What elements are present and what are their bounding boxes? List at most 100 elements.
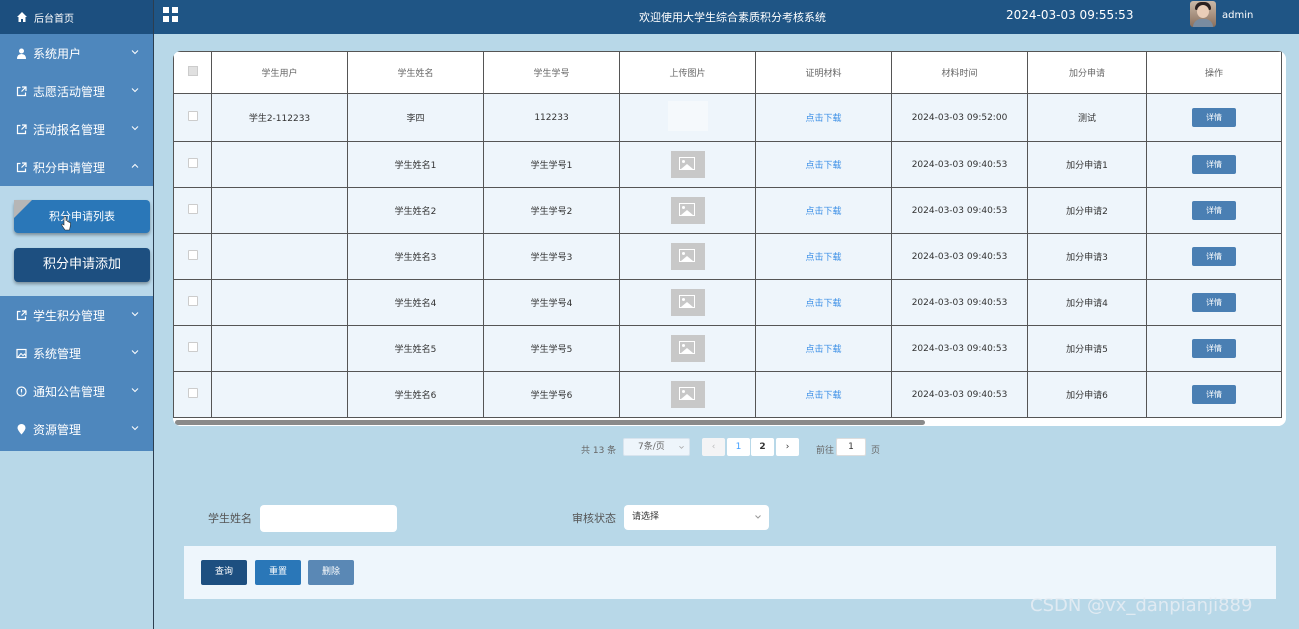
- column-header: 材料时间: [891, 51, 1028, 94]
- row-select-cell[interactable]: [173, 233, 212, 280]
- sidebar-item-label: 积分申请管理: [33, 160, 106, 175]
- delete-button[interactable]: 删除: [308, 560, 354, 585]
- avatar[interactable]: [1190, 1, 1216, 27]
- cell-image: [619, 141, 756, 188]
- select-all-cell[interactable]: [173, 51, 212, 94]
- review-status-select[interactable]: 请选择: [624, 505, 769, 530]
- user-icon: [17, 48, 26, 59]
- detail-button[interactable]: 详情: [1192, 155, 1236, 174]
- download-link[interactable]: 点击下载: [805, 114, 841, 124]
- cell-action: 详情: [1146, 93, 1282, 142]
- row-select-cell[interactable]: [173, 93, 212, 142]
- sidebar-item-notice[interactable]: 通知公告管理: [0, 372, 153, 410]
- horizontal-scrollbar[interactable]: [173, 419, 1286, 426]
- next-page-button[interactable]: ›: [776, 438, 799, 456]
- image-placeholder-icon[interactable]: [670, 151, 705, 178]
- cell-apply: 加分申请3: [1027, 233, 1147, 280]
- submenu-item-label: 积分申请添加: [42, 257, 121, 272]
- sidebar-item-volunteer[interactable]: 志愿活动管理: [0, 72, 153, 110]
- chevron-down-icon: [131, 426, 139, 431]
- home-link[interactable]: 后台首页: [0, 0, 153, 34]
- row-checkbox[interactable]: [187, 342, 198, 352]
- detail-button[interactable]: 详情: [1192, 201, 1236, 220]
- sidebar-item-system-users[interactable]: 系统用户: [0, 34, 153, 72]
- cell-apply: 加分申请1: [1027, 141, 1147, 188]
- row-checkbox[interactable]: [187, 158, 198, 168]
- sidebar-item-student-points[interactable]: 学生积分管理: [0, 296, 153, 334]
- submenu-item-apply-add[interactable]: 积分申请添加: [14, 248, 150, 282]
- external-link-icon: [16, 85, 27, 96]
- select-all-checkbox[interactable]: [187, 66, 198, 76]
- row-checkbox[interactable]: [187, 296, 198, 306]
- image-placeholder-icon[interactable]: [670, 289, 705, 316]
- query-button[interactable]: 查询: [201, 560, 247, 585]
- row-checkbox[interactable]: [187, 204, 198, 214]
- chevron-down-icon: [131, 88, 139, 93]
- column-header: 加分申请: [1027, 51, 1147, 94]
- download-link[interactable]: 点击下载: [805, 299, 841, 309]
- sidebar-item-resource[interactable]: 资源管理: [0, 410, 153, 448]
- image-placeholder-icon[interactable]: [670, 381, 705, 408]
- download-link[interactable]: 点击下载: [805, 253, 841, 263]
- sidebar-item-points-apply[interactable]: 积分申请管理: [0, 148, 153, 186]
- student-name-input[interactable]: [260, 505, 397, 532]
- cell-material: 点击下载: [755, 93, 892, 142]
- download-link[interactable]: 点击下载: [805, 161, 841, 171]
- top-bar: 后台首页 欢迎使用大学生综合素质积分考核系统 2024-03-03 09:55:…: [0, 0, 1299, 34]
- image-placeholder-icon[interactable]: [670, 197, 705, 224]
- row-checkbox[interactable]: [187, 388, 198, 398]
- sidebar-item-label: 学生积分管理: [33, 308, 106, 323]
- column-header: 学生姓名: [347, 51, 484, 94]
- page-fold-icon: [14, 200, 32, 218]
- detail-button[interactable]: 详情: [1192, 293, 1236, 312]
- goto-page-input[interactable]: 1: [836, 438, 866, 456]
- pagination-total: 共 13 条: [581, 446, 617, 456]
- row-select-cell[interactable]: [173, 325, 212, 372]
- row-select-cell[interactable]: [173, 279, 212, 326]
- system-title: 欢迎使用大学生综合素质积分考核系统: [639, 11, 826, 24]
- prev-page-button[interactable]: ‹: [702, 438, 725, 456]
- row-select-cell[interactable]: [173, 371, 212, 418]
- download-link[interactable]: 点击下载: [805, 345, 841, 355]
- detail-button[interactable]: 详情: [1192, 247, 1236, 266]
- scrollbar-thumb[interactable]: [175, 420, 925, 425]
- detail-button[interactable]: 详情: [1192, 108, 1236, 127]
- detail-button[interactable]: 详情: [1192, 385, 1236, 404]
- row-select-cell[interactable]: [173, 187, 212, 234]
- cell-time: 2024-03-03 09:40:53: [891, 279, 1028, 326]
- cell-material: 点击下载: [755, 279, 892, 326]
- image-placeholder-icon[interactable]: [670, 243, 705, 270]
- cell-number: 学生学号3: [483, 233, 620, 280]
- review-status-label: 审核状态: [572, 512, 616, 525]
- home-label: 后台首页: [34, 13, 74, 25]
- download-link[interactable]: 点击下载: [805, 391, 841, 401]
- sidebar-item-system-manage[interactable]: 系统管理: [0, 334, 153, 372]
- cell-action: 详情: [1146, 325, 1282, 372]
- row-checkbox[interactable]: [187, 111, 198, 121]
- cell-material: 点击下载: [755, 325, 892, 372]
- table-row: 学生姓名4 学生学号4 点击下载 2024-03-03 09:40:53 加分申请4 详情: [173, 279, 1282, 326]
- cell-user: [211, 325, 348, 372]
- sidebar-item-label: 通知公告管理: [33, 384, 106, 399]
- detail-button[interactable]: 详情: [1192, 339, 1236, 358]
- page-size-select[interactable]: 7条/页: [623, 438, 690, 456]
- cell-number: 学生学号5: [483, 325, 620, 372]
- cell-time: 2024-03-03 09:40:53: [891, 141, 1028, 188]
- submenu-item-apply-list[interactable]: 积分申请列表: [14, 200, 150, 233]
- image-placeholder-icon[interactable]: [670, 335, 705, 362]
- action-bar: 查询 重置 删除: [184, 546, 1276, 599]
- cell-time: 2024-03-03 09:40:53: [891, 187, 1028, 234]
- cell-time: 2024-03-03 09:52:00: [891, 93, 1028, 142]
- cell-material: 点击下载: [755, 141, 892, 188]
- sidebar-item-registration[interactable]: 活动报名管理: [0, 110, 153, 148]
- page-button-1[interactable]: 1: [727, 438, 750, 456]
- download-link[interactable]: 点击下载: [805, 207, 841, 217]
- page-button-2[interactable]: 2: [751, 438, 774, 456]
- submenu-item-label: 积分申请列表: [49, 210, 115, 223]
- username[interactable]: admin: [1222, 10, 1253, 21]
- row-checkbox[interactable]: [187, 250, 198, 260]
- data-table: 学生用户 学生姓名 学生学号 上传图片 证明材料 材料时间 加分申请 操作 学生…: [173, 51, 1282, 418]
- row-select-cell[interactable]: [173, 141, 212, 188]
- grid-menu-icon[interactable]: [163, 7, 178, 22]
- reset-button[interactable]: 重置: [255, 560, 301, 585]
